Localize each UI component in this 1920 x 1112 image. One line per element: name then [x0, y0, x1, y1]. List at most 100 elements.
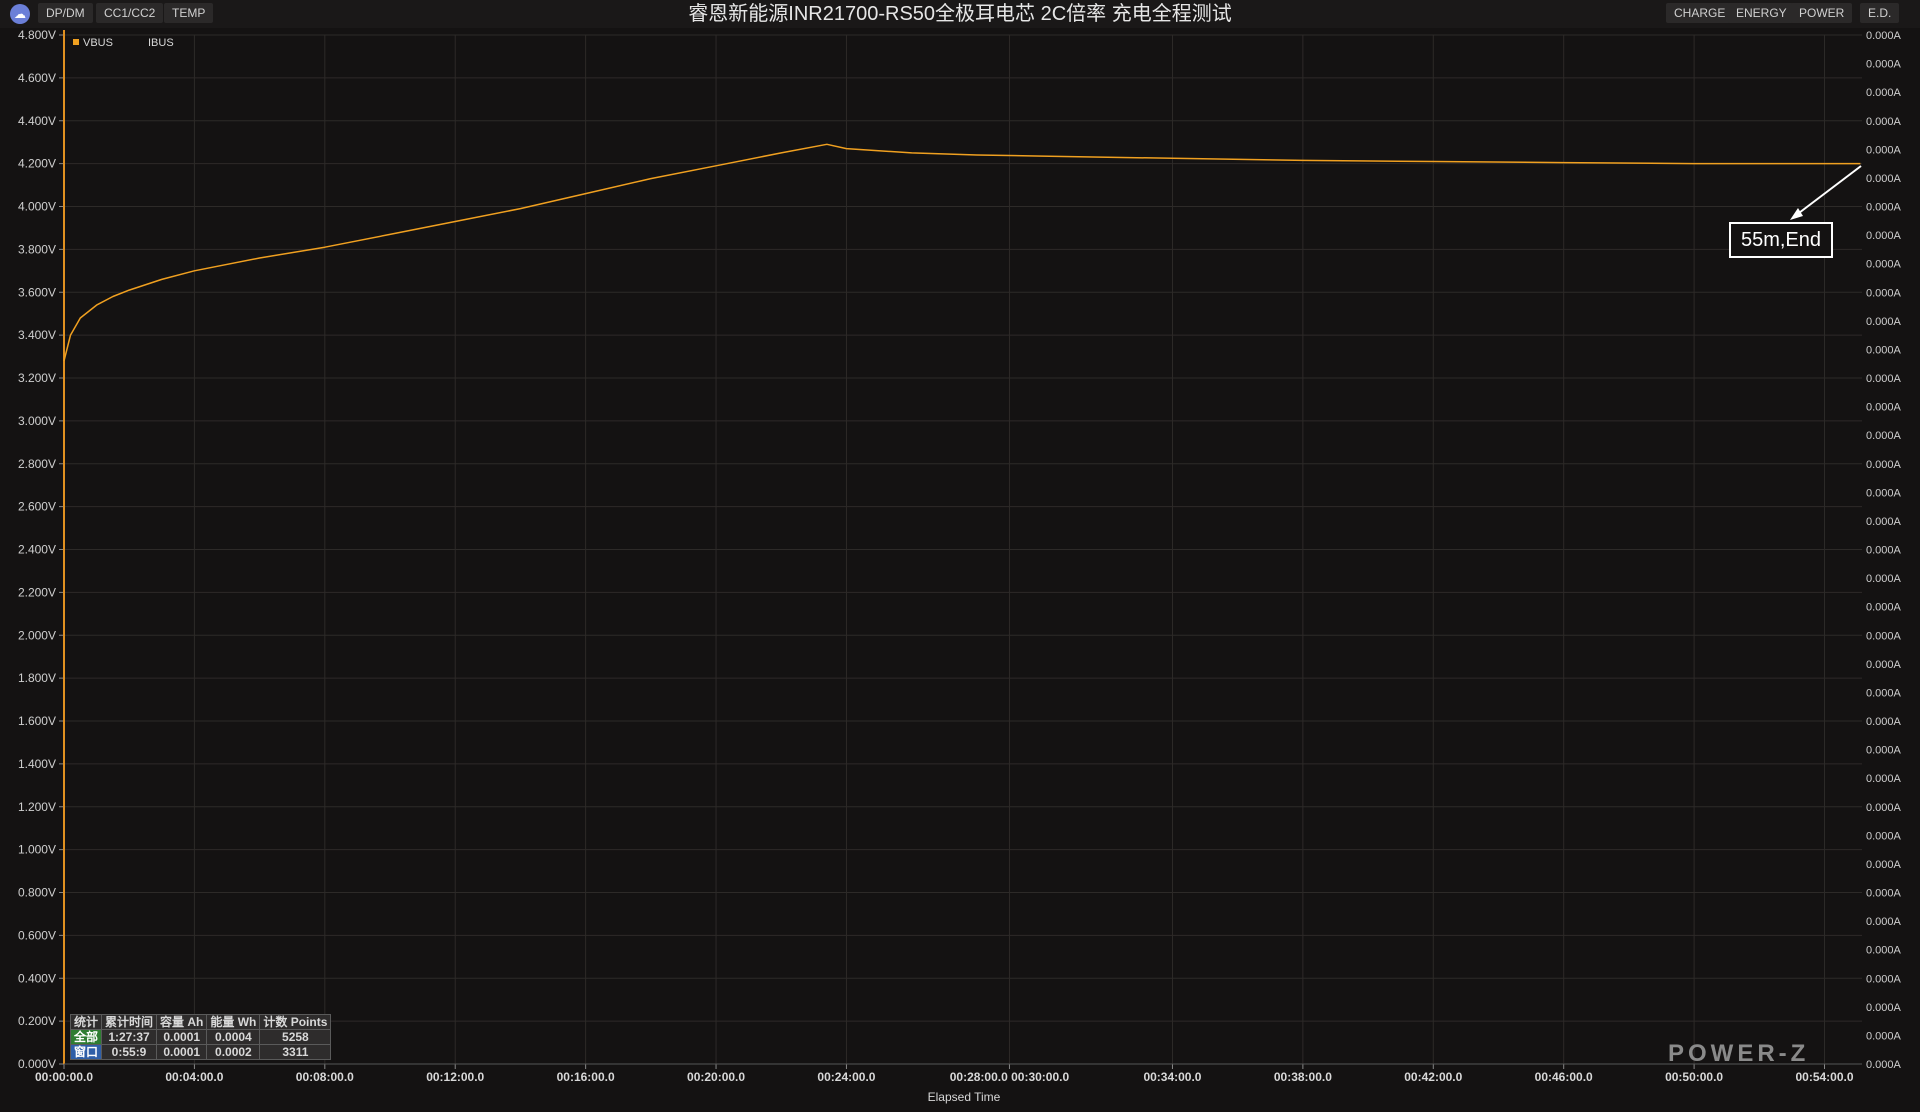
stats-cell: 窗口	[69, 1044, 103, 1060]
x-tick-label: 00:46:00.0	[1535, 1070, 1593, 1084]
y-tick-label: 4.800V	[18, 28, 56, 42]
series-line-vbus	[63, 143, 1861, 362]
y-right-tick-label: 0.000A	[1866, 659, 1902, 671]
stats-header: 计数 Points	[259, 1014, 332, 1030]
grid	[59, 34, 1862, 1069]
x-tick-label: 00:54:00.0	[1795, 1070, 1853, 1084]
x-axis: 00:00:00.0 00:04:00.0 00:08:00.0 00:12:00.0…	[35, 1070, 1854, 1084]
y-right-tick-label: 0.000A	[1866, 402, 1902, 414]
power-z-logo: POWER-Z	[1668, 1040, 1810, 1067]
y-right-tick-label: 0.000A	[1866, 373, 1902, 385]
y-tick-label: 2.400V	[18, 543, 56, 557]
y-axis-left: 0.000V 0.200V 0.400V 0.600V 0.800V 1.000V 1.20…	[18, 28, 56, 1071]
x-axis-title: Elapsed Time	[928, 1090, 1001, 1104]
y-tick-label: 1.000V	[18, 843, 56, 857]
stats-header: 能量 Wh	[206, 1014, 261, 1030]
stats-table: 统计 累计时间 容量 Ah 能量 Wh 计数 Points 全部 1:27:37…	[69, 1014, 332, 1060]
y-right-tick-label: 0.000A	[1866, 888, 1902, 900]
y-right-tick-label: 0.000A	[1866, 59, 1902, 71]
legend-item-vbus[interactable]: VBUS	[83, 37, 113, 49]
y-right-tick-label: 0.000A	[1866, 973, 1902, 985]
stats-cell: 0.0001	[156, 1044, 208, 1060]
y-tick-label: 3.000V	[18, 414, 56, 428]
x-tick-label: 00:34:00.0	[1143, 1070, 1201, 1084]
y-right-tick-label: 0.000A	[1866, 716, 1902, 728]
y-tick-label: 4.200V	[18, 157, 56, 171]
x-tick-label: 00:20:00.0	[687, 1070, 745, 1084]
stats-cell: 1:27:37	[101, 1029, 158, 1045]
y-tick-label: 4.600V	[18, 71, 56, 85]
y-right-tick-label: 0.000A	[1866, 773, 1902, 785]
stats-cell: 0.0001	[156, 1029, 208, 1045]
y-right-tick-label: 0.000A	[1866, 687, 1902, 699]
y-tick-label: 0.000V	[18, 1057, 56, 1071]
y-right-tick-label: 0.000A	[1866, 573, 1902, 585]
y-right-tick-label: 0.000A	[1866, 202, 1902, 214]
x-tick-label: 00:38:00.0	[1274, 1070, 1332, 1084]
stats-cell: 0:55:9	[101, 1044, 158, 1060]
end-annotation: 55m,End	[1729, 222, 1833, 258]
y-tick-label: 1.600V	[18, 714, 56, 728]
series-layer	[63, 143, 1861, 362]
y-tick-label: 3.800V	[18, 242, 56, 256]
x-tick-label: 00:50:00.0	[1665, 1070, 1723, 1084]
y-tick-label: 3.200V	[18, 371, 56, 385]
y-right-tick-label: 0.000A	[1866, 87, 1902, 99]
y-tick-label: 0.400V	[18, 971, 56, 985]
y-right-tick-label: 0.000A	[1866, 630, 1902, 642]
x-tick-label: 00:12:00.0	[426, 1070, 484, 1084]
y-tick-label: 1.200V	[18, 800, 56, 814]
y-right-tick-label: 0.000A	[1866, 830, 1902, 842]
y-right-tick-label: 0.000A	[1866, 1059, 1902, 1071]
y-right-tick-label: 0.000A	[1866, 430, 1902, 442]
y-axis-right: 0.000A 0.000A 0.000A 0.000A 0.000A 0.000A 0.00…	[1866, 30, 1902, 1071]
y-tick-label: 0.800V	[18, 886, 56, 900]
x-tick-label: 00:00:00.0	[35, 1070, 93, 1084]
y-right-tick-label: 0.000A	[1866, 1030, 1902, 1042]
y-right-tick-label: 0.000A	[1866, 173, 1902, 185]
voltage-chart[interactable]: 0.000V 0.200V 0.400V 0.600V 0.800V 1.000V 1.20…	[0, 0, 1920, 1112]
stats-header: 累计时间	[101, 1014, 158, 1030]
y-right-tick-label: 0.000A	[1866, 802, 1902, 814]
legend[interactable]: VBUS IBUS	[73, 37, 174, 49]
y-right-tick-label: 0.000A	[1866, 144, 1902, 156]
y-tick-label: 0.600V	[18, 928, 56, 942]
y-right-tick-label: 0.000A	[1866, 487, 1902, 499]
y-tick-label: 4.000V	[18, 200, 56, 214]
y-right-tick-label: 0.000A	[1866, 1002, 1902, 1014]
y-right-tick-label: 0.000A	[1866, 116, 1902, 128]
legend-swatch-vbus	[73, 39, 79, 45]
stats-cell: 0.0002	[206, 1044, 261, 1060]
y-tick-label: 3.600V	[18, 285, 56, 299]
stats-cell: 0.0004	[206, 1029, 261, 1045]
annotation-arrow-head	[1790, 208, 1803, 220]
y-right-tick-label: 0.000A	[1866, 259, 1902, 271]
y-right-tick-label: 0.000A	[1866, 230, 1902, 242]
y-right-tick-label: 0.000A	[1866, 916, 1902, 928]
stats-header: 容量 Ah	[156, 1014, 208, 1030]
y-right-tick-label: 0.000A	[1866, 745, 1902, 757]
x-tick-label: 00:16:00.0	[557, 1070, 615, 1084]
y-right-tick-label: 0.000A	[1866, 859, 1902, 871]
y-tick-label: 1.800V	[18, 671, 56, 685]
x-tick-label: 00:28:00.0 00:30:00.0	[950, 1070, 1070, 1084]
y-right-tick-label: 0.000A	[1866, 545, 1902, 557]
y-tick-label: 2.200V	[18, 585, 56, 599]
stats-cell: 3311	[259, 1044, 332, 1060]
legend-item-ibus[interactable]: IBUS	[148, 37, 174, 49]
stats-row-all: 全部 1:27:37 0.0001 0.0004 5258	[69, 1029, 332, 1045]
stats-header-row: 统计 累计时间 容量 Ah 能量 Wh 计数 Points	[69, 1014, 332, 1030]
y-right-tick-label: 0.000A	[1866, 30, 1902, 42]
x-tick-label: 00:04:00.0	[165, 1070, 223, 1084]
y-right-tick-label: 0.000A	[1866, 287, 1902, 299]
stats-cell: 全部	[69, 1029, 103, 1045]
y-tick-label: 4.400V	[18, 114, 56, 128]
y-tick-label: 3.400V	[18, 328, 56, 342]
y-right-tick-label: 0.000A	[1866, 344, 1902, 356]
y-tick-label: 2.800V	[18, 457, 56, 471]
y-right-tick-label: 0.000A	[1866, 316, 1902, 328]
x-tick-label: 00:42:00.0	[1404, 1070, 1462, 1084]
y-right-tick-label: 0.000A	[1866, 602, 1902, 614]
y-tick-label: 0.200V	[18, 1014, 56, 1028]
x-tick-label: 00:08:00.0	[296, 1070, 354, 1084]
